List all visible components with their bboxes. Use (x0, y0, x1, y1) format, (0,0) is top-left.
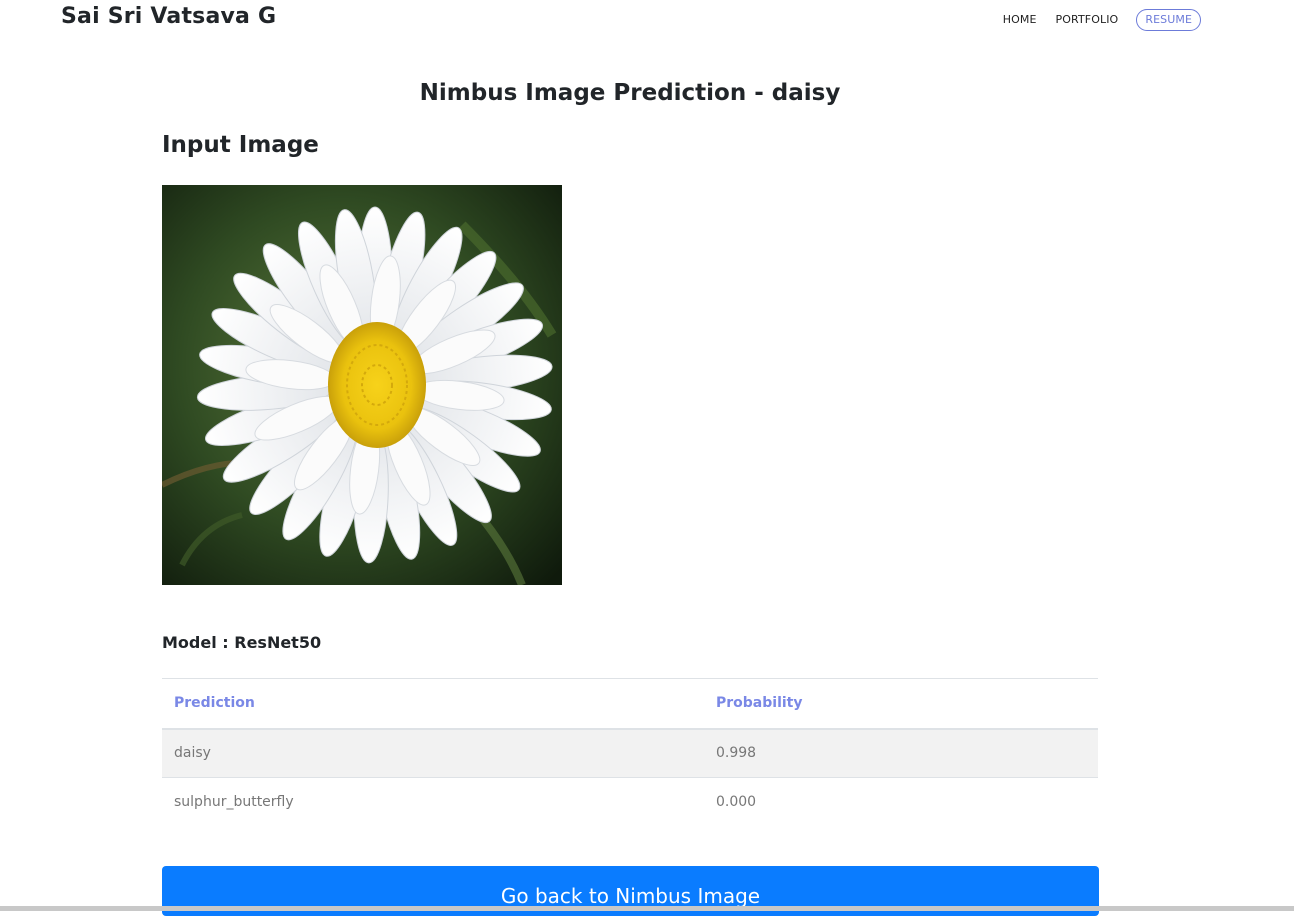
nav-resume-button[interactable]: RESUME (1136, 9, 1201, 31)
prediction-cell: sulphur_butterfly (174, 794, 294, 811)
flower-center (328, 322, 426, 448)
prediction-cell: daisy (162, 728, 704, 778)
nav-links: HOME PORTFOLIO RESUME (984, 9, 1201, 31)
prediction-column-header: Prediction (162, 678, 704, 730)
table-header-row: Prediction Probability (162, 678, 1098, 730)
nav-portfolio-link[interactable]: PORTFOLIO (1056, 9, 1119, 31)
probability-column-header: Probability (704, 678, 1098, 730)
probability-cell: 0.000 (716, 794, 757, 811)
prediction-table: Prediction Probability daisy 0.998 sulph… (162, 678, 1098, 827)
navbar: Sai Sri Vatsava G HOME PORTFOLIO RESUME (0, 0, 1294, 40)
probability-cell: 0.998 (704, 728, 1098, 778)
brand-link[interactable]: Sai Sri Vatsava G (61, 4, 276, 29)
page-title: Nimbus Image Prediction - daisy (419, 80, 841, 106)
table-row: daisy 0.998 (162, 728, 1098, 778)
nav-home-link[interactable]: HOME (1003, 9, 1037, 31)
input-image-heading: Input Image (162, 132, 319, 158)
model-label: Model : ResNet50 (162, 633, 322, 652)
daisy-image (162, 185, 562, 585)
horizontal-scrollbar[interactable] (0, 906, 1294, 911)
table-row: sulphur_butterfly 0.000 (162, 778, 1098, 827)
input-image (162, 185, 562, 585)
